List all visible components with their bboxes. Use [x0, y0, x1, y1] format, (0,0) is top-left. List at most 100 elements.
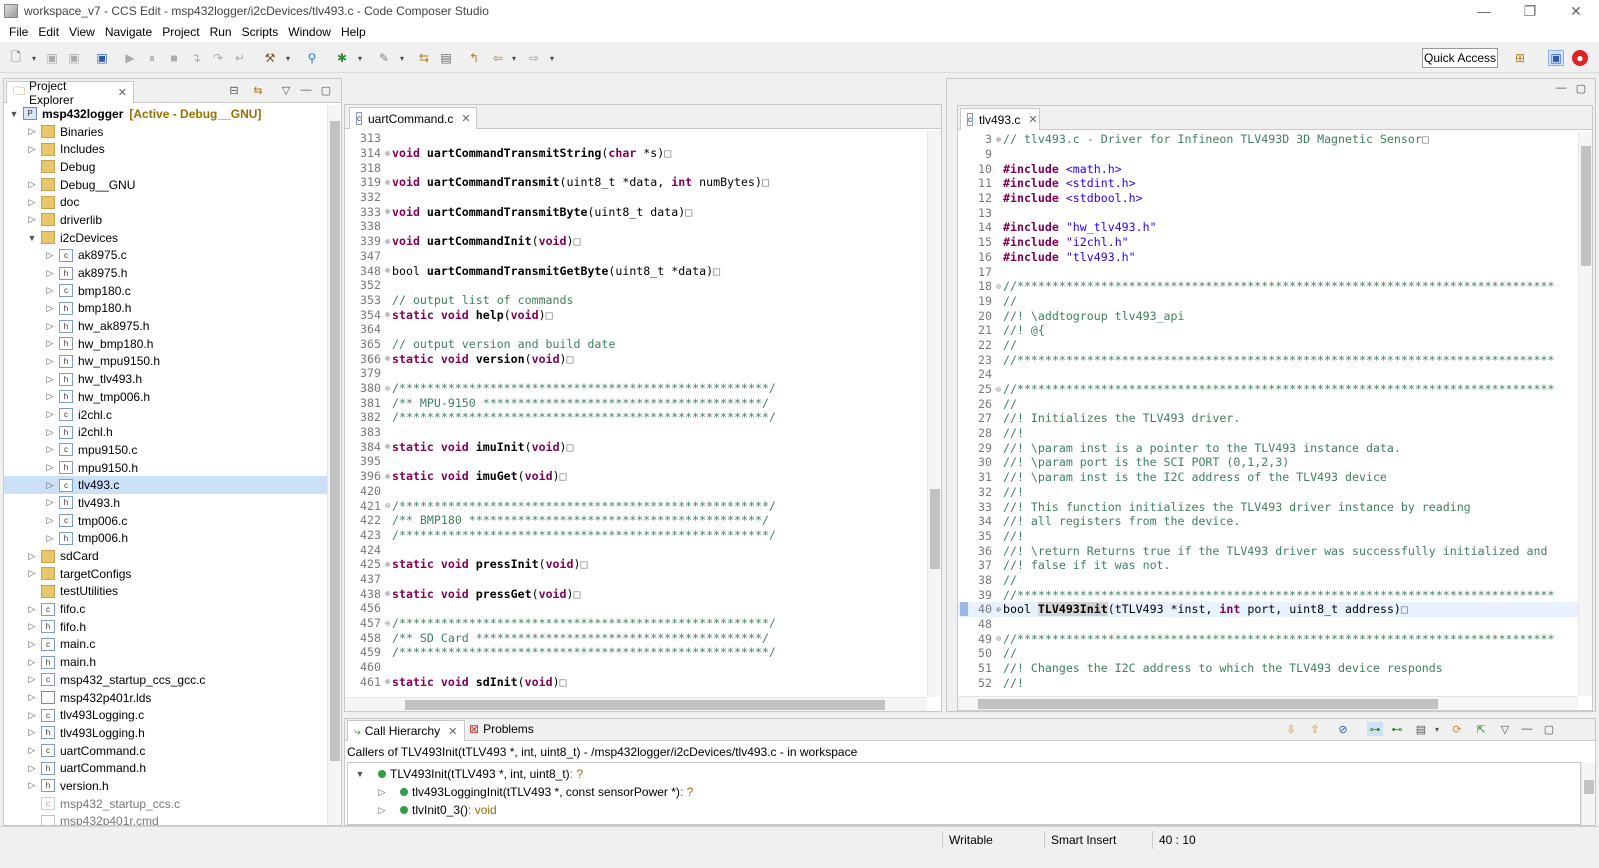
collapsed-chevron-icon[interactable]: ▷ — [26, 604, 38, 615]
tree-item[interactable]: ▼ i2cDevices — [4, 229, 327, 247]
menu-navigate[interactable]: Navigate — [100, 25, 157, 39]
tree-item[interactable]: ▷ Binaries — [4, 123, 327, 141]
tree-item[interactable]: ▷ h hw_tmp006.h — [4, 388, 327, 406]
folded-code-marker[interactable]: □ — [574, 587, 581, 601]
expand-fold-icon[interactable]: ⊕ — [383, 266, 392, 275]
step-over-icon[interactable]: ↷ — [210, 50, 226, 66]
expand-fold-icon[interactable]: ⊕ — [383, 354, 392, 363]
search-icon[interactable]: ⚲ — [304, 50, 320, 66]
expand-fold-icon[interactable]: ⊕ — [383, 677, 392, 686]
tree-item[interactable]: ▷ sdCard — [4, 547, 327, 565]
ccs-edit-perspective-icon[interactable]: ▣ — [1548, 50, 1564, 66]
code-area[interactable]: 3 ⊕// tlv493.c - Driver for Infineon TLV4… — [958, 132, 1578, 696]
tab-tlv493-c[interactable]: c tlv493.c ✕ — [960, 108, 1040, 130]
collapsed-chevron-icon[interactable]: ▷ — [376, 787, 388, 798]
minimize-icon[interactable]: — — [298, 83, 314, 97]
code-area[interactable]: 313 314 ⊕ void uartCommandTransmitString(ch… — [345, 131, 927, 697]
close-button[interactable]: ✕ — [1553, 0, 1599, 22]
tree-item[interactable]: ▷ targetConfigs — [4, 565, 327, 583]
collapsed-chevron-icon[interactable]: ▷ — [44, 356, 56, 367]
minimize-icon[interactable]: — — [1553, 81, 1569, 95]
folded-code-marker[interactable]: □ — [1422, 132, 1429, 146]
minimize-icon[interactable]: — — [1519, 722, 1535, 736]
maximize-icon[interactable]: ▢ — [1541, 722, 1557, 736]
tree-item[interactable]: ▷ c i2chl.c — [4, 406, 327, 424]
tab-project-explorer[interactable]: 🗀 Project Explorer ✕ — [6, 79, 134, 107]
tree-item[interactable]: ▷ doc — [4, 193, 327, 211]
tree-item[interactable]: c msp432_startup_ccs.c — [4, 795, 327, 813]
tree-item[interactable]: ▷ h ak8975.h — [4, 264, 327, 282]
new-icon[interactable]: 🗋 — [8, 50, 24, 66]
collapsed-chevron-icon[interactable]: ▷ — [44, 285, 56, 296]
collapsed-chevron-icon[interactable]: ▷ — [26, 780, 38, 791]
menu-project[interactable]: Project — [157, 25, 204, 39]
tree-item[interactable]: ▷ c uartCommand.c — [4, 742, 327, 760]
show-callee-icon[interactable]: ⇧ — [1307, 722, 1323, 736]
expand-fold-icon[interactable]: ⊕ — [383, 560, 392, 569]
tree-item[interactable]: ▷ h i2chl.h — [4, 423, 327, 441]
tree-item[interactable]: ▷ h tlv493.h — [4, 494, 327, 512]
debug-icon[interactable]: ✱ — [334, 50, 350, 66]
menu-file[interactable]: File — [4, 25, 33, 39]
collapsed-chevron-icon[interactable]: ▷ — [26, 179, 38, 190]
close-icon[interactable]: ✕ — [1028, 113, 1037, 126]
collapse-fold-icon[interactable]: ⊖ — [994, 385, 1003, 394]
tree-item[interactable]: ▷ c main.c — [4, 636, 327, 654]
open-perspective-icon[interactable]: ⊞ — [1512, 50, 1528, 66]
history-dropdown-icon[interactable]: ▾ — [1429, 722, 1445, 736]
debug-dropdown-icon[interactable]: ▾ — [352, 50, 368, 66]
tree-item[interactable]: ▷ Debug__GNU — [4, 176, 327, 194]
back-dropdown-icon[interactable]: ▾ — [506, 50, 522, 66]
tree-item[interactable]: ▷ h hw_mpu9150.h — [4, 353, 327, 371]
expand-fold-icon[interactable]: ⊕ — [383, 237, 392, 246]
history-icon[interactable]: ▤ — [1413, 722, 1429, 736]
collapsed-chevron-icon[interactable]: ▷ — [26, 551, 38, 562]
tree-item[interactable]: ▷ h tmp006.h — [4, 530, 327, 548]
collapsed-chevron-icon[interactable]: ▷ — [44, 462, 56, 473]
collapsed-chevron-icon[interactable]: ▷ — [44, 321, 56, 332]
collapse-fold-icon[interactable]: ⊖ — [383, 619, 392, 628]
expanded-chevron-icon[interactable]: ▼ — [354, 769, 366, 779]
collapsed-chevron-icon[interactable]: ▷ — [26, 710, 38, 721]
tree-item[interactable]: ▷ c tlv493Logging.c — [4, 706, 327, 724]
maximize-icon[interactable]: ▢ — [318, 83, 334, 97]
folded-code-marker[interactable]: □ — [713, 264, 720, 278]
collapsed-chevron-icon[interactable]: ▷ — [376, 805, 388, 816]
collapsed-chevron-icon[interactable]: ▷ — [26, 674, 38, 685]
collapsed-chevron-icon[interactable]: ▷ — [44, 427, 56, 438]
folded-code-marker[interactable]: □ — [567, 352, 574, 366]
quick-access-field[interactable]: Quick Access — [1422, 48, 1498, 68]
menu-run[interactable]: Run — [205, 25, 237, 39]
folded-code-marker[interactable]: □ — [567, 440, 574, 454]
forward-dropdown-icon[interactable]: ▾ — [544, 50, 560, 66]
maximize-icon[interactable]: ▢ — [1573, 81, 1589, 95]
folded-code-marker[interactable]: □ — [560, 675, 567, 689]
tree-item[interactable]: ▷ h bmp180.h — [4, 300, 327, 318]
collapsed-chevron-icon[interactable]: ▷ — [26, 639, 38, 650]
call-tree-item[interactable]: ▷ tlvInit0_3() : void — [376, 801, 497, 819]
folded-code-marker[interactable]: □ — [664, 146, 671, 160]
collapse-all-icon[interactable]: ⊟ — [226, 83, 242, 97]
folded-code-marker[interactable]: □ — [762, 175, 769, 189]
collapsed-chevron-icon[interactable]: ▷ — [44, 374, 56, 385]
expand-fold-icon[interactable]: ⊕ — [383, 207, 392, 216]
dropdown-icon[interactable]: ▾ — [26, 50, 42, 66]
collapsed-chevron-icon[interactable]: ▷ — [26, 197, 38, 208]
tree-item[interactable]: Debug — [4, 158, 327, 176]
tree-item[interactable]: ▷ driverlib — [4, 211, 327, 229]
tree-item[interactable]: ▷ c tmp006.c — [4, 512, 327, 530]
collapsed-chevron-icon[interactable]: ▷ — [44, 515, 56, 526]
menu-window[interactable]: Window — [283, 25, 336, 39]
editor-hscrollbar[interactable] — [958, 696, 1578, 710]
last-edit-icon[interactable]: ↰ — [466, 50, 482, 66]
view-menu-icon[interactable]: ▽ — [278, 83, 294, 97]
collapsed-chevron-icon[interactable]: ▷ — [26, 144, 38, 155]
minimize-button[interactable]: — — [1461, 0, 1507, 22]
tree-item[interactable]: ▷ h main.h — [4, 653, 327, 671]
call-tree-scrollbar[interactable] — [1581, 762, 1595, 825]
menu-view[interactable]: View — [64, 25, 100, 39]
expanded-chevron-icon[interactable]: ▼ — [26, 233, 38, 243]
build-hammer-icon[interactable]: ⚒ — [262, 50, 278, 66]
show-whitespace-icon[interactable]: ▤ — [438, 50, 454, 66]
collapsed-chevron-icon[interactable]: ▷ — [26, 126, 38, 137]
